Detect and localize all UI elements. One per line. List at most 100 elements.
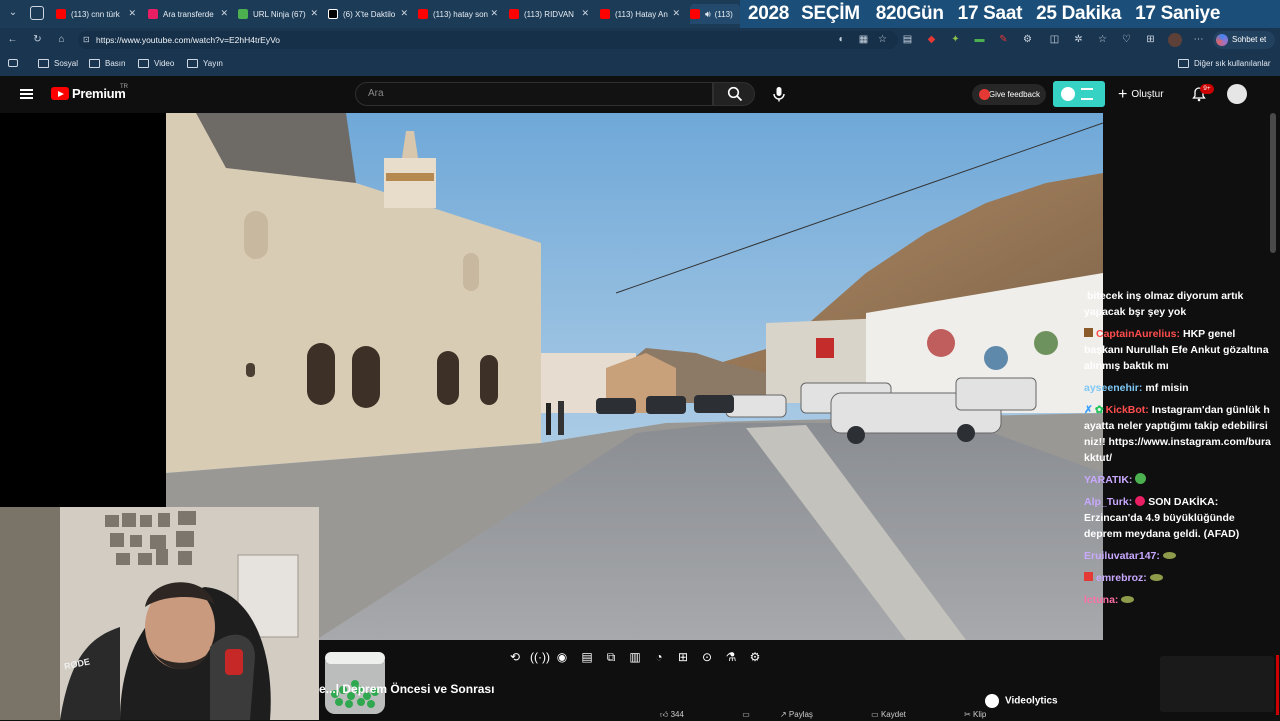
favorite-star-icon[interactable]: ☆ bbox=[877, 34, 888, 45]
flask-icon[interactable]: ⚗ bbox=[723, 650, 739, 664]
chat-message: lctuna: bbox=[1084, 592, 1274, 608]
apps-icon[interactable]: ▦ bbox=[858, 34, 869, 45]
loop-icon[interactable]: ⟲ bbox=[507, 650, 523, 664]
bookmark-folder[interactable]: Sosyal bbox=[38, 59, 78, 68]
translate-icon[interactable]: ◐ bbox=[836, 34, 847, 45]
puzzle-extensions-icon[interactable]: ⚙ bbox=[1022, 34, 1033, 45]
browser-tab[interactable]: (113) RIDVAN ✕ bbox=[509, 4, 589, 24]
eye-icon[interactable]: ◉ bbox=[554, 650, 570, 664]
close-tab-icon[interactable]: ✕ bbox=[581, 8, 589, 19]
speedometer-icon[interactable]: ◔ bbox=[651, 650, 667, 664]
youtube-favicon-icon bbox=[56, 9, 66, 19]
close-tab-icon[interactable]: ✕ bbox=[220, 8, 228, 19]
close-tab-icon[interactable]: ✕ bbox=[310, 8, 318, 19]
camera-icon[interactable]: ⊙ bbox=[699, 650, 715, 664]
back-arrow-icon[interactable]: ← bbox=[7, 34, 18, 45]
bookmark-folder[interactable]: Video bbox=[138, 59, 174, 68]
split-screen-icon[interactable]: ◫ bbox=[1049, 34, 1060, 45]
browser-tab[interactable]: URL Ninja (67) ✕ bbox=[238, 4, 318, 24]
countdown-label: SEÇİM bbox=[801, 3, 860, 24]
picture-in-picture-icon[interactable]: ⧉ bbox=[603, 650, 619, 664]
close-tab-icon[interactable]: ✕ bbox=[128, 8, 136, 19]
audio-broadcast-icon[interactable]: ((·)) bbox=[530, 650, 550, 664]
settings-gear-icon[interactable]: ⚙ bbox=[747, 650, 763, 664]
countdown-minutes: 25 Dakika bbox=[1036, 3, 1122, 24]
workspaces-icon[interactable] bbox=[30, 6, 44, 20]
videolytics-button[interactable]: Videolytics bbox=[985, 694, 1058, 708]
search-icon bbox=[727, 86, 743, 102]
search-input[interactable]: Ara bbox=[355, 82, 713, 106]
extension-toggle[interactable] bbox=[1053, 81, 1105, 107]
youtube-favicon-icon bbox=[418, 9, 428, 19]
countdown-year: 2028 bbox=[748, 3, 790, 24]
chat-message: YARATIK: bbox=[1084, 472, 1274, 488]
close-tab-icon[interactable]: ✕ bbox=[672, 8, 680, 19]
save-button[interactable]: ▭ Kaydet bbox=[871, 710, 934, 719]
extensions-icon[interactable]: ✲ bbox=[1073, 34, 1084, 45]
videolytics-logo-icon bbox=[985, 694, 999, 708]
browser-tab[interactable]: (113) cnn türk ✕ bbox=[56, 4, 136, 24]
browser-tab-active[interactable]: 🔊︎ (113) bbox=[690, 4, 740, 24]
video-title: e...| Deprem Öncesi ve Sonrası bbox=[319, 682, 495, 696]
audio-playing-icon[interactable]: 🔊︎ bbox=[705, 9, 711, 20]
notification-count-badge: 9+ bbox=[1200, 84, 1214, 94]
bookmarks-menu-icon[interactable] bbox=[8, 59, 18, 67]
browser-tab[interactable]: (113) hatay son ✕ bbox=[418, 4, 498, 24]
browser-tab[interactable]: (6) X'te Daktilo ✕ bbox=[328, 4, 408, 24]
create-button[interactable]: + Oluştur bbox=[1118, 86, 1164, 104]
extension-icon[interactable]: ▬ bbox=[974, 34, 985, 45]
clapperboard-icon[interactable]: ▤ bbox=[579, 650, 595, 664]
chat-badge-icon bbox=[1084, 328, 1093, 337]
chat-message: Eruiluvatar147: bbox=[1084, 548, 1274, 564]
extension-icon[interactable]: ✦ bbox=[950, 34, 961, 45]
give-feedback-button[interactable]: Give feedback bbox=[972, 84, 1046, 105]
site-info-icon[interactable]: ⊡ bbox=[83, 31, 90, 49]
youtube-premium-wordmark[interactable]: Premium bbox=[72, 86, 126, 101]
extension-icon[interactable]: ◆ bbox=[926, 34, 937, 45]
close-tab-icon[interactable]: ✕ bbox=[400, 8, 408, 19]
emote-icon bbox=[1135, 473, 1147, 484]
dislike-button[interactable]: ▭ bbox=[742, 710, 750, 719]
add-box-icon[interactable]: ⊞ bbox=[675, 650, 691, 664]
browser-tab[interactable]: (113) Hatay An ✕ bbox=[600, 4, 680, 24]
youtube-logo-icon[interactable] bbox=[51, 87, 69, 100]
close-tab-icon[interactable]: ✕ bbox=[490, 8, 498, 19]
folder-icon bbox=[1178, 59, 1189, 68]
extension-icon[interactable]: ▤ bbox=[902, 34, 913, 45]
countdown-seconds: 17 Saniye bbox=[1135, 3, 1221, 24]
chat-message: ✗ ✿ KickBot: Instagram'dan günlük hayatta n… bbox=[1084, 404, 1271, 464]
profile-avatar[interactable] bbox=[1168, 33, 1182, 47]
youtube-favicon-icon bbox=[600, 9, 610, 19]
favorites-icon[interactable]: ☆ bbox=[1097, 34, 1108, 45]
toggle-knob bbox=[1061, 87, 1075, 101]
account-avatar[interactable] bbox=[1227, 84, 1247, 104]
home-icon[interactable]: ⌂ bbox=[56, 34, 67, 45]
voice-search-mic-icon[interactable] bbox=[769, 84, 789, 104]
clip-button[interactable]: ✂ Klip bbox=[964, 710, 1014, 719]
extension-icon[interactable]: ✎ bbox=[998, 34, 1009, 45]
plus-icon: + bbox=[1118, 86, 1128, 103]
copilot-chat-button[interactable]: Sohbet et bbox=[1213, 31, 1275, 49]
like-button[interactable]: 👍︎ 344 bbox=[660, 710, 712, 719]
other-bookmarks-folder[interactable]: Diğer sık kullanılanlar bbox=[1178, 59, 1270, 68]
youtube-favicon-icon bbox=[509, 9, 519, 19]
chat-message: CaptainAurelius: HKP genel başkanı Nurull… bbox=[1084, 328, 1269, 372]
filmstrip-icon[interactable]: ▥ bbox=[627, 650, 643, 664]
more-menu-icon[interactable]: ⋯ bbox=[1193, 34, 1204, 45]
collections-icon[interactable]: ♡ bbox=[1121, 34, 1132, 45]
countdown-days: 820Gün bbox=[875, 3, 944, 24]
bookmark-folder[interactable]: Basın bbox=[89, 59, 125, 68]
page-scrollbar[interactable] bbox=[1270, 113, 1276, 253]
chat-badge-icon bbox=[1084, 572, 1093, 581]
browser-tab[interactable]: Ara transferde ✕ bbox=[148, 4, 228, 24]
screenshot-icon[interactable]: ⊞ bbox=[1145, 34, 1156, 45]
folder-icon bbox=[138, 59, 149, 68]
address-bar[interactable]: ⊡ https://www.youtube.com/watch?v=E2hH4t… bbox=[78, 31, 898, 49]
bookmark-folder[interactable]: Yayın bbox=[187, 59, 223, 68]
chat-message: ayseenehir: mf misin bbox=[1084, 382, 1189, 394]
tab-list-chevron-icon[interactable]: ⌄ bbox=[6, 6, 20, 20]
search-button[interactable] bbox=[713, 82, 755, 106]
reload-icon[interactable]: ↻ bbox=[32, 34, 43, 45]
hamburger-menu-icon[interactable] bbox=[20, 89, 33, 99]
share-button[interactable]: ↗ Paylaş bbox=[780, 710, 841, 719]
